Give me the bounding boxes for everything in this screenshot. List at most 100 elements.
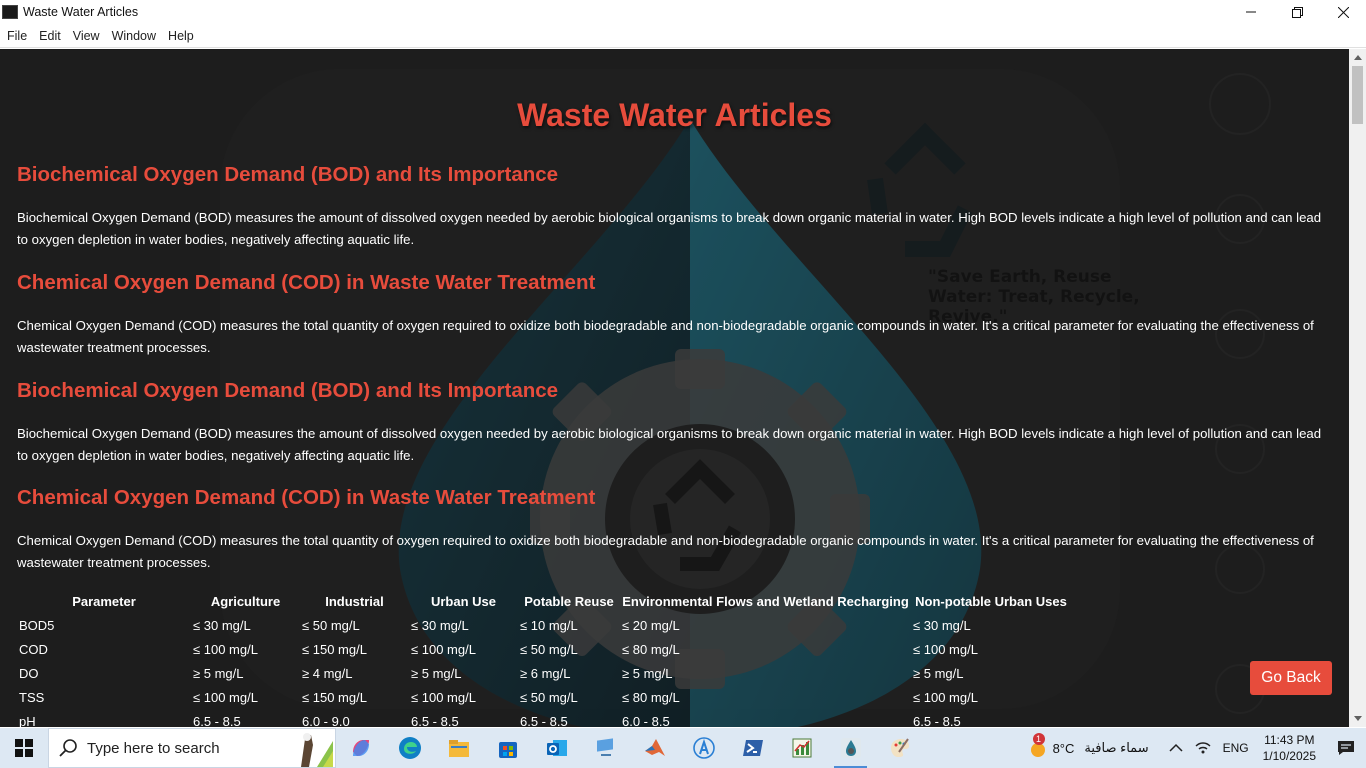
taskbar-water-app[interactable]: [826, 728, 875, 768]
vertical-scrollbar[interactable]: [1349, 49, 1366, 727]
article-2-heading: Chemical Oxygen Demand (COD) in Waste Wa…: [17, 271, 596, 294]
taskbar: Type here to search 1 8°C سماء صافية ENG…: [0, 728, 1366, 768]
main-content: "Save Earth, Reuse Water: Treat, Recycle…: [0, 49, 1349, 727]
table-cell: ≤ 100 mg/L: [411, 641, 476, 657]
window-controls: [1228, 0, 1366, 24]
taskbar-matlab[interactable]: [630, 728, 679, 768]
taskbar-file-explorer[interactable]: [434, 728, 483, 768]
chevron-up-icon[interactable]: [1169, 743, 1183, 753]
weather-condition[interactable]: سماء صافية: [1084, 740, 1148, 756]
search-highlight-art-icon: [301, 733, 333, 767]
table-cell: ≥ 5 mg/L: [622, 665, 673, 681]
scroll-thumb[interactable]: [1352, 66, 1363, 124]
table-cell: 6.5 - 8.5: [520, 713, 568, 728]
table-cell: ≥ 6 mg/L: [520, 665, 571, 681]
table-cell: TSS: [19, 689, 45, 705]
table-cell: ≤ 50 mg/L: [302, 617, 360, 633]
chart-app-icon: [792, 738, 811, 758]
table-cell: ≤ 150 mg/L: [302, 641, 367, 657]
clock-date: 1/10/2025: [1262, 749, 1316, 763]
menu-view[interactable]: View: [68, 29, 105, 43]
taskbar-paint[interactable]: [875, 728, 924, 768]
table-row: TSS ≤ 100 mg/L ≤ 150 mg/L ≤ 100 mg/L ≤ 5…: [17, 685, 1071, 709]
menu-file[interactable]: File: [2, 29, 32, 43]
article-4-heading: Chemical Oxygen Demand (COD) in Waste Wa…: [17, 486, 596, 509]
table-cell: 6.5 - 8.5: [913, 713, 961, 728]
table-cell: ≤ 100 mg/L: [193, 641, 258, 657]
taskbar-search[interactable]: Type here to search: [48, 728, 336, 768]
table-cell: ≥ 4 mg/L: [302, 665, 353, 681]
taskbar-atom[interactable]: [679, 728, 728, 768]
table-row: DO ≥ 5 mg/L ≥ 4 mg/L ≥ 5 mg/L ≥ 6 mg/L ≥…: [17, 661, 1071, 685]
powershell-icon: [742, 740, 763, 756]
table-cell: ≤ 10 mg/L: [520, 617, 578, 633]
menu-edit[interactable]: Edit: [34, 29, 66, 43]
table-cell: ≤ 30 mg/L: [411, 617, 469, 633]
minimize-button[interactable]: [1228, 0, 1274, 24]
language-indicator[interactable]: ENG: [1223, 741, 1249, 755]
table-header: Agriculture: [210, 593, 281, 609]
clock[interactable]: 11:43 PM 1/10/2025: [1263, 732, 1316, 764]
outlook-icon: [546, 740, 567, 756]
table-header: Potable Reuse: [524, 593, 614, 609]
water-app-icon: [840, 738, 861, 758]
store-icon: [498, 742, 517, 758]
table-row: COD ≤ 100 mg/L ≤ 150 mg/L ≤ 100 mg/L ≤ 5…: [17, 637, 1071, 661]
table-cell: ≤ 100 mg/L: [411, 689, 476, 705]
article-1-heading: Biochemical Oxygen Demand (BOD) and Its …: [17, 163, 559, 186]
search-icon: [59, 739, 77, 757]
table-cell: ≤ 150 mg/L: [302, 689, 367, 705]
copilot-icon: [352, 740, 369, 756]
notification-center-button[interactable]: [1326, 728, 1366, 768]
menu-window[interactable]: Window: [107, 29, 161, 43]
wifi-icon[interactable]: [1195, 741, 1211, 755]
table-header: Environmental Flows and Wetland Rechargi…: [622, 593, 909, 609]
restore-button[interactable]: [1274, 0, 1320, 24]
article-3-heading: Biochemical Oxygen Demand (BOD) and Its …: [17, 379, 559, 402]
scroll-up-button[interactable]: [1349, 49, 1366, 66]
table-cell: ≤ 80 mg/L: [622, 641, 680, 657]
window-title: Waste Water Articles: [23, 5, 139, 19]
table-cell: ≤ 30 mg/L: [193, 617, 251, 633]
weather-badge: 1: [1032, 733, 1045, 745]
table-cell: 6.0 - 8.5: [622, 713, 670, 728]
search-placeholder: Type here to search: [87, 739, 220, 757]
scroll-down-button[interactable]: [1349, 710, 1366, 727]
table-cell: ≥ 5 mg/L: [913, 665, 964, 681]
table-cell: ≤ 80 mg/L: [622, 689, 680, 705]
table-header: Parameter: [72, 593, 136, 609]
matlab-icon: [644, 739, 665, 756]
close-icon: [1337, 6, 1349, 18]
taskbar-powershell[interactable]: [728, 728, 777, 768]
taskbar-chart-app[interactable]: [777, 728, 826, 768]
scroll-up-icon: [1353, 55, 1362, 60]
taskbar-edge[interactable]: [385, 728, 434, 768]
close-button[interactable]: [1320, 0, 1366, 24]
taskbar-store[interactable]: [483, 728, 532, 768]
edge-icon: [398, 737, 421, 759]
menu-help[interactable]: Help: [163, 29, 199, 43]
table-cell: ≤ 100 mg/L: [913, 641, 978, 657]
table-cell: COD: [19, 641, 48, 657]
weather-widget[interactable]: 1: [1027, 733, 1049, 759]
table-cell: BOD5: [19, 617, 55, 633]
taskbar-copilot[interactable]: [336, 728, 385, 768]
table-row: pH 6.5 - 8.5 6.0 - 9.0 6.5 - 8.5 6.5 - 8…: [17, 709, 1071, 728]
file-explorer-icon: [448, 740, 469, 757]
table-cell: ≥ 5 mg/L: [411, 665, 462, 681]
atom-icon: [692, 737, 715, 759]
system-tray: 1 8°C سماء صافية ENG 11:43 PM 1/10/2025: [1027, 728, 1366, 768]
table-cell: ≤ 100 mg/L: [913, 689, 978, 705]
taskbar-desktop-app[interactable]: [581, 728, 630, 768]
table-cell: ≤ 50 mg/L: [520, 641, 578, 657]
table-cell: ≤ 50 mg/L: [520, 689, 578, 705]
go-back-button[interactable]: Go Back: [1250, 661, 1332, 695]
windows-logo-icon: [15, 739, 33, 757]
weather-temperature[interactable]: 8°C: [1053, 741, 1075, 756]
article-4-body: Chemical Oxygen Demand (COD) measures th…: [17, 533, 1314, 570]
taskbar-outlook[interactable]: [532, 728, 581, 768]
table-cell: 6.5 - 8.5: [411, 713, 459, 728]
start-button[interactable]: [0, 728, 48, 768]
table-cell: 6.0 - 9.0: [302, 713, 350, 728]
table-cell: ≤ 100 mg/L: [193, 689, 258, 705]
